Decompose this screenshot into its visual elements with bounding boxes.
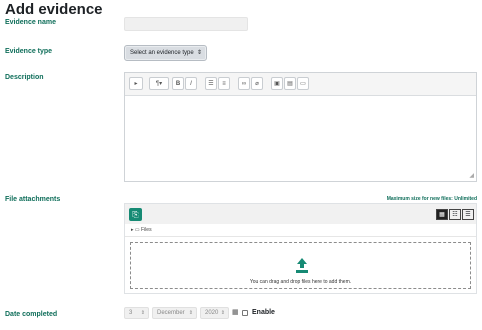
enable-checkbox[interactable] — [242, 310, 248, 316]
expand-icon: ▸ — [131, 227, 134, 233]
day-caret-icon: ⇕ — [140, 310, 145, 316]
toolbar-toggle-icon[interactable]: ▸ — [129, 77, 143, 90]
folder-icon: ▭ — [134, 227, 140, 233]
link-icon[interactable]: ∞ — [238, 77, 250, 90]
evidence-name-label: Evidence name — [5, 19, 56, 26]
year-select[interactable]: 2020 ⇕ — [200, 307, 229, 319]
evidence-type-value: Select an evidence type — [130, 50, 194, 56]
bullet-list-icon[interactable]: ☰ — [205, 77, 217, 90]
day-select[interactable]: 3 ⇕ — [124, 307, 149, 319]
file-icon[interactable]: ▭ — [297, 77, 309, 90]
year-caret-icon: ⇕ — [220, 310, 225, 316]
tree-view-icon[interactable]: ☰ — [462, 209, 474, 220]
drop-zone-text: You can drag and drop files here to add … — [249, 279, 352, 285]
evidence-name-input[interactable] — [124, 17, 248, 31]
files-folder-row[interactable]: ▸ ▭ Files — [125, 224, 476, 237]
file-manager-toolbar: ⎘ ▦ ☷ ☰ — [125, 204, 476, 224]
evidence-type-label: Evidence type — [5, 48, 53, 55]
enable-label: Enable — [252, 309, 275, 316]
day-value: 3 — [129, 310, 133, 316]
evidence-type-select[interactable]: Select an evidence type ⇕ — [124, 45, 207, 61]
description-label: Description — [5, 74, 44, 81]
max-size-note: Maximum size for new files: Unlimited — [386, 196, 477, 202]
month-caret-icon: ⇕ — [188, 310, 193, 316]
editor-toolbar: ▸ ¶▾ B I ☰ ≡ ∞ ⌀ ▣ ▤ ▭ — [125, 73, 476, 96]
italic-icon[interactable]: I — [185, 77, 197, 90]
paragraph-style-icon[interactable]: ¶▾ — [149, 77, 169, 90]
calendar-icon[interactable]: ▦ — [232, 308, 239, 316]
bold-icon[interactable]: B — [172, 77, 184, 90]
media-icon[interactable]: ▤ — [284, 77, 296, 90]
icon-view-icon[interactable]: ▦ — [436, 209, 448, 220]
drop-zone[interactable]: You can drag and drop files here to add … — [130, 242, 471, 289]
file-manager: ⎘ ▦ ☷ ☰ ▸ ▭ Files You can drag and drop … — [124, 203, 477, 294]
file-attachments-label: File attachments — [5, 196, 61, 203]
month-select[interactable]: December ⇕ — [152, 307, 197, 319]
month-value: December — [157, 310, 185, 316]
unlink-icon[interactable]: ⌀ — [251, 77, 263, 90]
select-caret-icon: ⇕ — [196, 50, 202, 56]
image-icon[interactable]: ▣ — [271, 77, 283, 90]
list-view-icon[interactable]: ☷ — [449, 209, 461, 220]
files-folder-label: Files — [141, 227, 152, 233]
date-completed-label: Date completed — [5, 311, 58, 318]
year-value: 2020 — [205, 310, 219, 316]
add-file-button[interactable]: ⎘ — [129, 208, 142, 221]
page-title: Add evidence — [5, 1, 103, 18]
numbered-list-icon[interactable]: ≡ — [218, 77, 230, 90]
description-editor[interactable]: ▸ ¶▾ B I ☰ ≡ ∞ ⌀ ▣ ▤ ▭ ◢ — [124, 72, 477, 182]
upload-icon — [296, 258, 308, 273]
resize-handle-icon[interactable]: ◢ — [469, 172, 474, 179]
